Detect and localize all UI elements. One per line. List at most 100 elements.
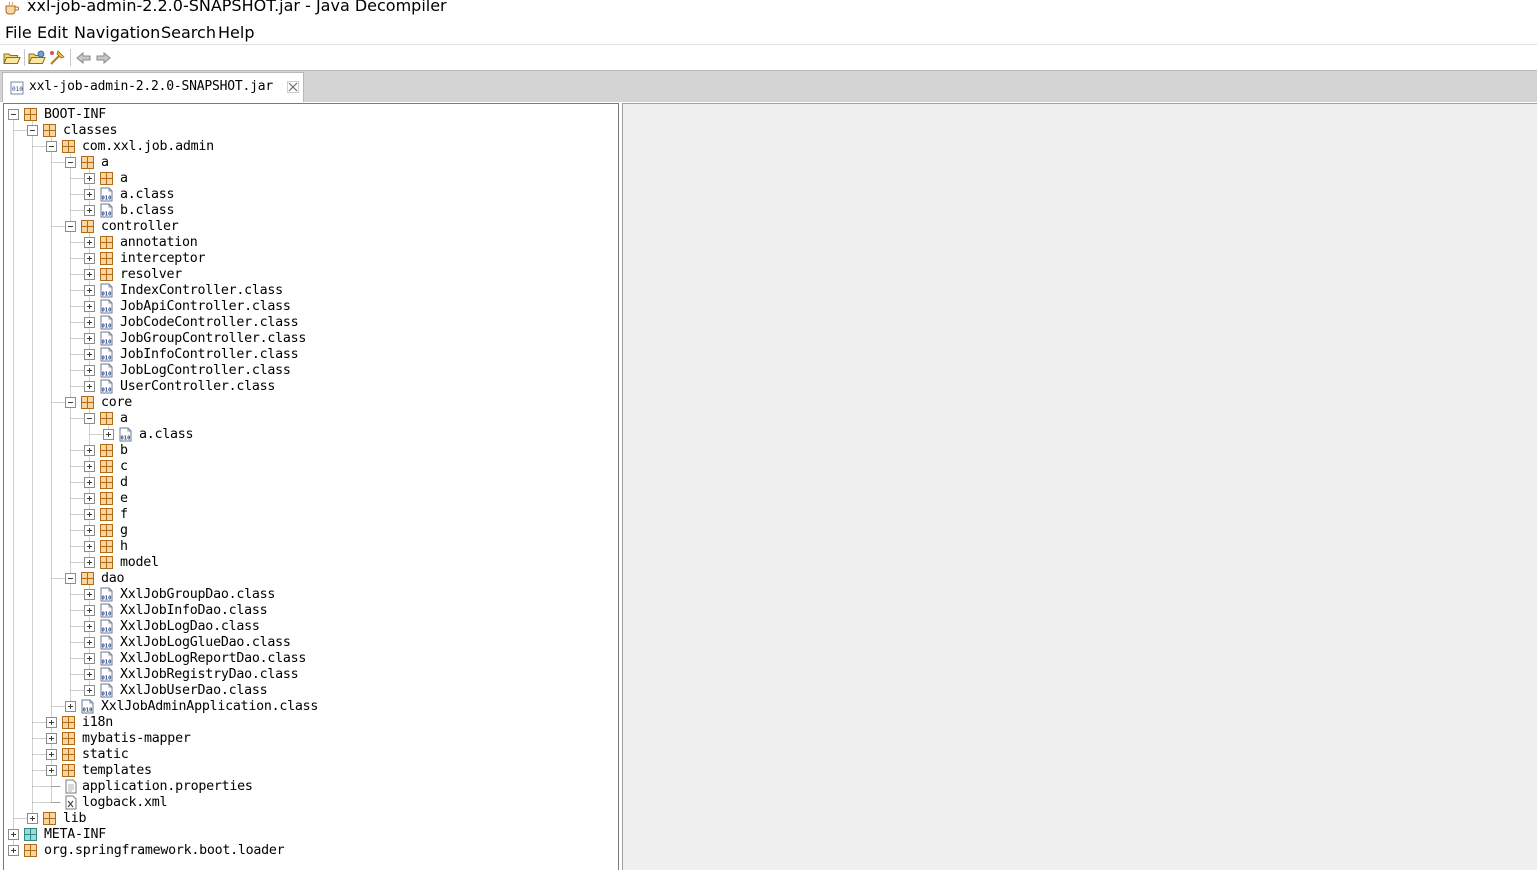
expand-icon[interactable] <box>84 685 95 696</box>
tree-package-node[interactable]: templates <box>46 762 604 778</box>
menu-help[interactable]: Help <box>218 22 254 44</box>
package-tree[interactable]: BOOT-INF classes com.xxl.job.admin a a 010 a.c… <box>3 103 619 870</box>
source-view-pane[interactable] <box>622 103 1537 870</box>
tree-package-node[interactable]: a <box>84 170 604 186</box>
tree-package-node[interactable]: interceptor <box>84 250 604 266</box>
tree-package-node[interactable]: controller <box>65 218 604 234</box>
expand-icon[interactable] <box>84 205 95 216</box>
tree-package-node[interactable]: annotation <box>84 234 604 250</box>
tree-package-node[interactable]: classes <box>27 122 604 138</box>
tree-package-node[interactable]: e <box>84 490 604 506</box>
tree-package-node[interactable]: i18n <box>46 714 604 730</box>
tree-package-node[interactable]: a <box>84 410 604 426</box>
expand-icon[interactable] <box>84 669 95 680</box>
expand-icon[interactable] <box>46 749 57 760</box>
collapse-icon[interactable] <box>65 573 76 584</box>
expand-icon[interactable] <box>46 733 57 744</box>
collapse-icon[interactable] <box>27 125 38 136</box>
tree-package-node[interactable]: h <box>84 538 604 554</box>
expand-icon[interactable] <box>84 477 95 488</box>
expand-icon[interactable] <box>46 717 57 728</box>
open-type-icon[interactable] <box>28 49 46 67</box>
tree-file-node[interactable]: 010 XxlJobInfoDao.class <box>84 602 604 618</box>
tab-jar-file[interactable]: 010 xxl-job-admin-2.2.0-SNAPSHOT.jar <box>2 72 304 102</box>
tree-package-node[interactable]: org.springframework.boot.loader <box>8 842 604 858</box>
expand-icon[interactable] <box>84 317 95 328</box>
tree-file-node[interactable]: 010 XxlJobLogReportDao.class <box>84 650 604 666</box>
tree-package-node[interactable]: BOOT-INF <box>8 106 604 122</box>
tree-package-node[interactable]: com.xxl.job.admin <box>46 138 604 154</box>
tree-file-node[interactable]: 010 XxlJobGroupDao.class <box>84 586 604 602</box>
close-icon[interactable] <box>287 81 299 93</box>
expand-icon[interactable] <box>84 637 95 648</box>
tree-package-node[interactable]: model <box>84 554 604 570</box>
menu-navigation[interactable]: Navigation <box>74 22 160 44</box>
expand-icon[interactable] <box>84 269 95 280</box>
tree-file-node[interactable]: 010 XxlJobRegistryDao.class <box>84 666 604 682</box>
expand-icon[interactable] <box>84 605 95 616</box>
tree-file-node[interactable]: 010 a.class <box>84 186 604 202</box>
tree-file-node[interactable]: application.properties <box>46 778 604 794</box>
tree-package-node[interactable]: dao <box>65 570 604 586</box>
expand-icon[interactable] <box>84 173 95 184</box>
expand-icon[interactable] <box>84 445 95 456</box>
expand-icon[interactable] <box>84 301 95 312</box>
expand-icon[interactable] <box>84 253 95 264</box>
tree-package-node[interactable]: static <box>46 746 604 762</box>
tree-package-node[interactable]: d <box>84 474 604 490</box>
back-icon[interactable] <box>75 49 93 67</box>
expand-icon[interactable] <box>84 589 95 600</box>
tree-file-node[interactable]: 010 XxlJobLogDao.class <box>84 618 604 634</box>
tree-package-node[interactable]: b <box>84 442 604 458</box>
collapse-icon[interactable] <box>65 221 76 232</box>
expand-icon[interactable] <box>8 845 19 856</box>
expand-icon[interactable] <box>84 349 95 360</box>
expand-icon[interactable] <box>103 429 114 440</box>
collapse-icon[interactable] <box>65 397 76 408</box>
menu-search[interactable]: Search <box>161 22 216 44</box>
expand-icon[interactable] <box>84 493 95 504</box>
tree-file-node[interactable]: 010 XxlJobLogGlueDao.class <box>84 634 604 650</box>
tree-file-node[interactable]: 010 JobGroupController.class <box>84 330 604 346</box>
tree-package-node[interactable]: a <box>65 154 604 170</box>
tree-package-node[interactable]: META-INF <box>8 826 604 842</box>
tree-file-node[interactable]: logback.xml <box>46 794 604 810</box>
expand-icon[interactable] <box>27 813 38 824</box>
forward-icon[interactable] <box>94 49 112 67</box>
expand-icon[interactable] <box>84 509 95 520</box>
expand-icon[interactable] <box>84 557 95 568</box>
tree-file-node[interactable]: 010 UserController.class <box>84 378 604 394</box>
expand-icon[interactable] <box>84 541 95 552</box>
expand-icon[interactable] <box>84 365 95 376</box>
collapse-icon[interactable] <box>46 141 57 152</box>
tree-file-node[interactable]: 010 JobInfoController.class <box>84 346 604 362</box>
expand-icon[interactable] <box>84 461 95 472</box>
open-file-icon[interactable] <box>3 49 21 67</box>
expand-icon[interactable] <box>84 333 95 344</box>
tree-file-node[interactable]: 010 IndexController.class <box>84 282 604 298</box>
tree-package-node[interactable]: f <box>84 506 604 522</box>
tree-file-node[interactable]: 010 JobApiController.class <box>84 298 604 314</box>
tree-file-node[interactable]: 010 JobLogController.class <box>84 362 604 378</box>
tree-package-node[interactable]: core <box>65 394 604 410</box>
tree-package-node[interactable]: c <box>84 458 604 474</box>
collapse-icon[interactable] <box>65 157 76 168</box>
expand-icon[interactable] <box>84 621 95 632</box>
expand-icon[interactable] <box>84 381 95 392</box>
tree-file-node[interactable]: 010 a.class <box>103 426 604 442</box>
tree-file-node[interactable]: 010 b.class <box>84 202 604 218</box>
tree-package-node[interactable]: mybatis-mapper <box>46 730 604 746</box>
expand-icon[interactable] <box>84 653 95 664</box>
tree-package-node[interactable]: g <box>84 522 604 538</box>
collapse-icon[interactable] <box>8 109 19 120</box>
expand-icon[interactable] <box>46 765 57 776</box>
reference-icon[interactable] <box>48 49 66 67</box>
collapse-icon[interactable] <box>84 413 95 424</box>
tree-file-node[interactable]: 010 XxlJobUserDao.class <box>84 682 604 698</box>
expand-icon[interactable] <box>65 701 76 712</box>
tree-package-node[interactable]: lib <box>27 810 604 826</box>
expand-icon[interactable] <box>8 829 19 840</box>
expand-icon[interactable] <box>84 237 95 248</box>
expand-icon[interactable] <box>84 285 95 296</box>
tree-file-node[interactable]: 010 XxlJobAdminApplication.class <box>65 698 604 714</box>
